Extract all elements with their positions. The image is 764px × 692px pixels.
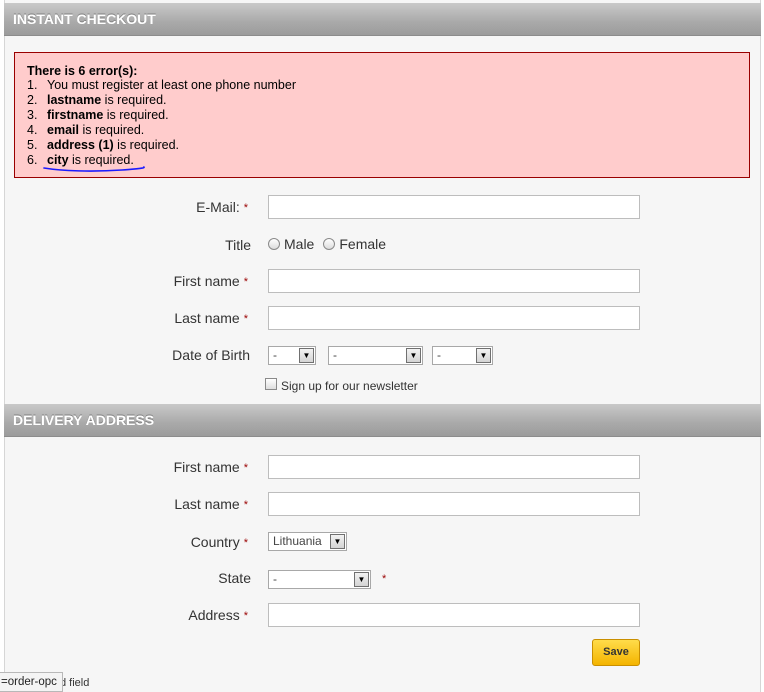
newsletter-checkbox[interactable]	[265, 378, 277, 390]
firstname-row: First name *	[4, 269, 761, 295]
state-required-marker: *	[382, 573, 387, 585]
save-button[interactable]: Save	[592, 639, 640, 666]
firstname-input[interactable]	[268, 269, 640, 293]
chevron-down-icon: ▼	[476, 348, 491, 363]
male-radio[interactable]	[268, 238, 280, 250]
country-row: Country * Lithuania ▼	[4, 532, 761, 558]
required-marker: *	[243, 610, 248, 622]
chevron-down-icon: ▼	[330, 534, 345, 549]
state-select[interactable]: - ▼	[268, 570, 371, 589]
delivery-lastname-row: Last name *	[4, 492, 761, 518]
error-item: 5. address (1) is required.	[27, 138, 180, 152]
error-item: 3. firstname is required.	[27, 108, 169, 122]
delivery-firstname-row: First name *	[4, 455, 761, 481]
error-list: 1. You must register at least one phone n…	[27, 78, 737, 168]
dob-month-select[interactable]: - ▼	[328, 346, 423, 365]
chevron-down-icon: ▼	[354, 572, 369, 587]
email-row: E-Mail: *	[4, 195, 761, 221]
delivery-address-header: DELIVERY ADDRESS	[4, 404, 761, 437]
lastname-label: Last name *	[174, 310, 248, 326]
address-input[interactable]	[268, 603, 640, 627]
female-radio[interactable]	[323, 238, 336, 250]
error-box: There is 6 error(s): 1. You must register…	[14, 52, 750, 178]
chevron-down-icon: ▼	[406, 348, 421, 363]
country-select[interactable]: Lithuania ▼	[268, 532, 347, 551]
required-marker: *	[243, 202, 248, 214]
dob-row: Date of Birth - ▼ - ▼ - ▼	[4, 346, 761, 372]
lastname-input[interactable]	[268, 306, 640, 330]
dob-label: Date of Birth	[172, 347, 250, 363]
title-male-option[interactable]: Male	[268, 236, 314, 252]
required-marker: *	[243, 276, 248, 288]
required-marker: *	[243, 462, 248, 474]
email-label: E-Mail: *	[196, 199, 248, 215]
firstname-label: First name *	[173, 273, 248, 289]
required-marker: *	[243, 537, 248, 549]
error-item: 1. You must register at least one phone n…	[27, 78, 296, 92]
country-label: Country *	[190, 534, 248, 550]
title-row: Title Male Female	[4, 233, 761, 259]
address-row: Address *	[4, 603, 761, 629]
delivery-address-title: DELIVERY ADDRESS	[13, 412, 155, 428]
status-bar-tooltip: =order-opc	[0, 672, 63, 692]
lastname-row: Last name *	[4, 306, 761, 332]
delivery-firstname-label: First name *	[173, 459, 248, 475]
error-item: 2. lastname is required.	[27, 93, 167, 107]
required-field-note: d field	[60, 677, 90, 689]
delivery-lastname-input[interactable]	[268, 492, 640, 516]
required-marker: *	[243, 499, 248, 511]
email-input[interactable]	[268, 195, 640, 219]
error-title: There is 6 error(s):	[27, 64, 138, 78]
newsletter-label[interactable]: Sign up for our newsletter	[281, 379, 418, 393]
dob-day-select[interactable]: - ▼	[268, 346, 316, 365]
title-radio-group: Male Female	[268, 236, 395, 252]
instant-checkout-header: INSTANT CHECKOUT	[4, 3, 761, 36]
delivery-firstname-input[interactable]	[268, 455, 640, 479]
chevron-down-icon: ▼	[299, 348, 314, 363]
delivery-lastname-label: Last name *	[174, 496, 248, 512]
required-marker: *	[243, 313, 248, 325]
instant-checkout-title: INSTANT CHECKOUT	[13, 11, 156, 27]
error-item: 4. email is required.	[27, 123, 145, 137]
dob-year-select[interactable]: - ▼	[432, 346, 493, 365]
title-label: Title	[225, 237, 251, 253]
state-label: State	[218, 570, 251, 586]
address-label: Address *	[188, 607, 248, 623]
title-female-option[interactable]: Female	[323, 236, 386, 252]
handwritten-underline-annotation	[43, 166, 145, 172]
